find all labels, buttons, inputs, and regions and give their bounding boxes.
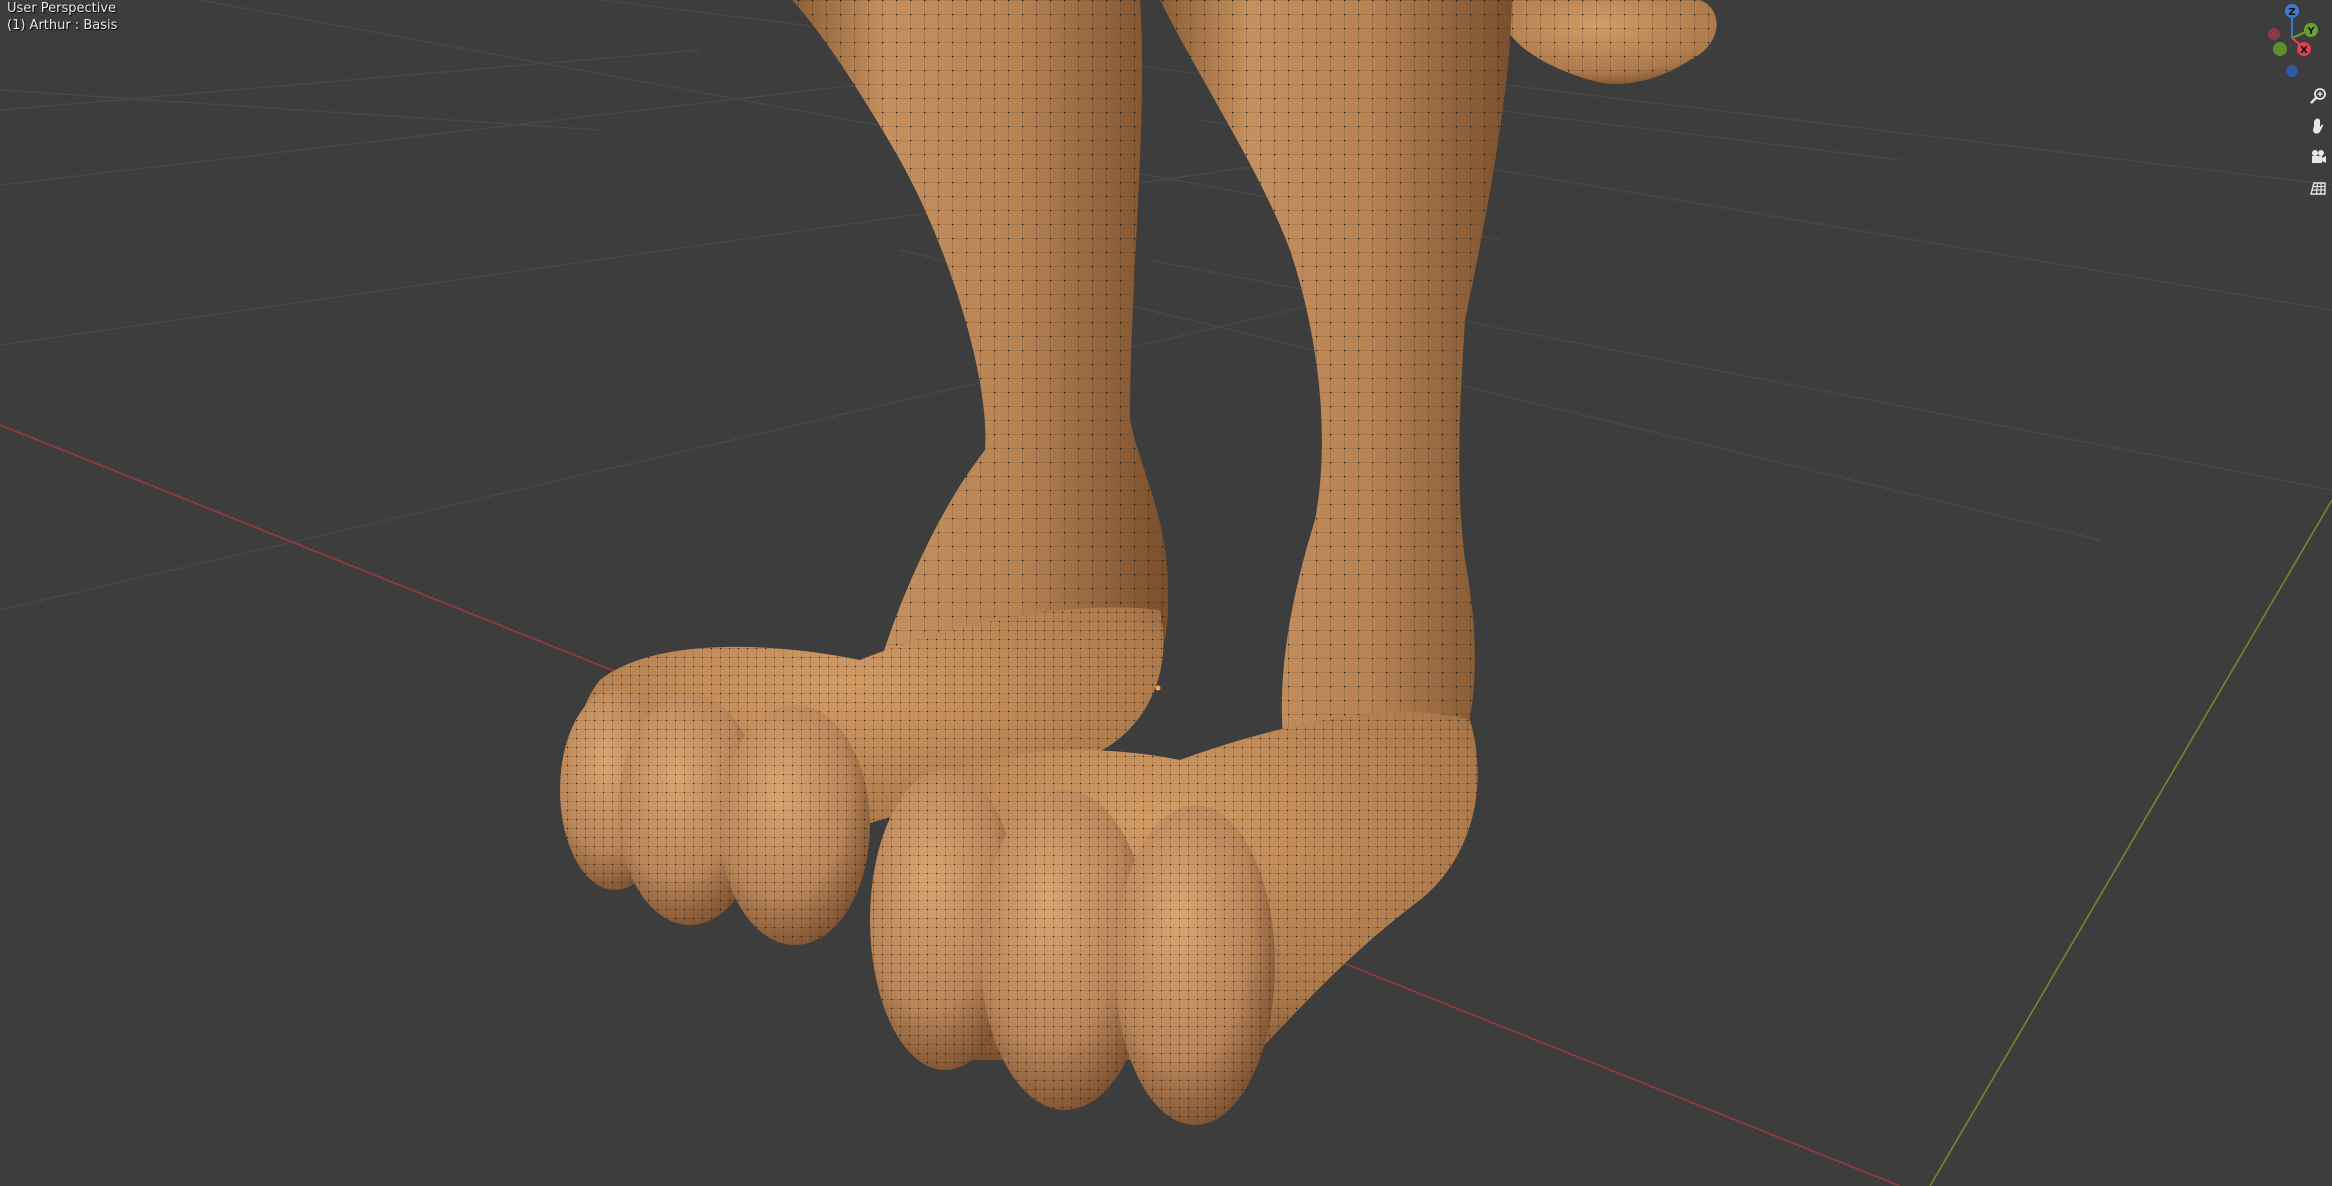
mesh-right-leg xyxy=(1160,0,1512,780)
axis-neg-y-handle xyxy=(2273,42,2287,56)
mesh-left-toes xyxy=(560,690,870,945)
zoom-button[interactable] xyxy=(2306,84,2330,108)
navigation-gizmo[interactable]: Z Y X xyxy=(2252,0,2332,90)
view-name-label: User Perspective xyxy=(7,1,117,16)
axis-y-label: Y xyxy=(2306,26,2315,37)
magnifier-icon xyxy=(2310,88,2326,104)
floor-grid xyxy=(0,0,2332,611)
mesh-hand xyxy=(1500,0,1717,84)
active-object-label: (1) Arthur : Basis xyxy=(7,18,118,33)
pan-button[interactable] xyxy=(2306,114,2330,138)
hand-icon xyxy=(2313,118,2324,134)
scene-canvas[interactable] xyxy=(0,0,2332,1186)
axis-z-label: Z xyxy=(2288,7,2295,18)
origin-point xyxy=(1155,685,1161,691)
ortho-toggle-button[interactable] xyxy=(2306,176,2330,200)
axis-neg-z-handle xyxy=(2286,65,2298,77)
3d-viewport[interactable]: User Perspective (1) Arthur : Basis Z Y … xyxy=(0,0,2332,1186)
camera-icon xyxy=(2312,150,2326,163)
mesh-right-toes xyxy=(870,770,1275,1125)
grid-icon xyxy=(2310,182,2326,195)
axis-neg-x-handle xyxy=(2268,28,2280,40)
camera-view-button[interactable] xyxy=(2306,145,2330,169)
axis-x-label: X xyxy=(2300,45,2308,56)
y-axis-line xyxy=(1929,499,2332,1186)
